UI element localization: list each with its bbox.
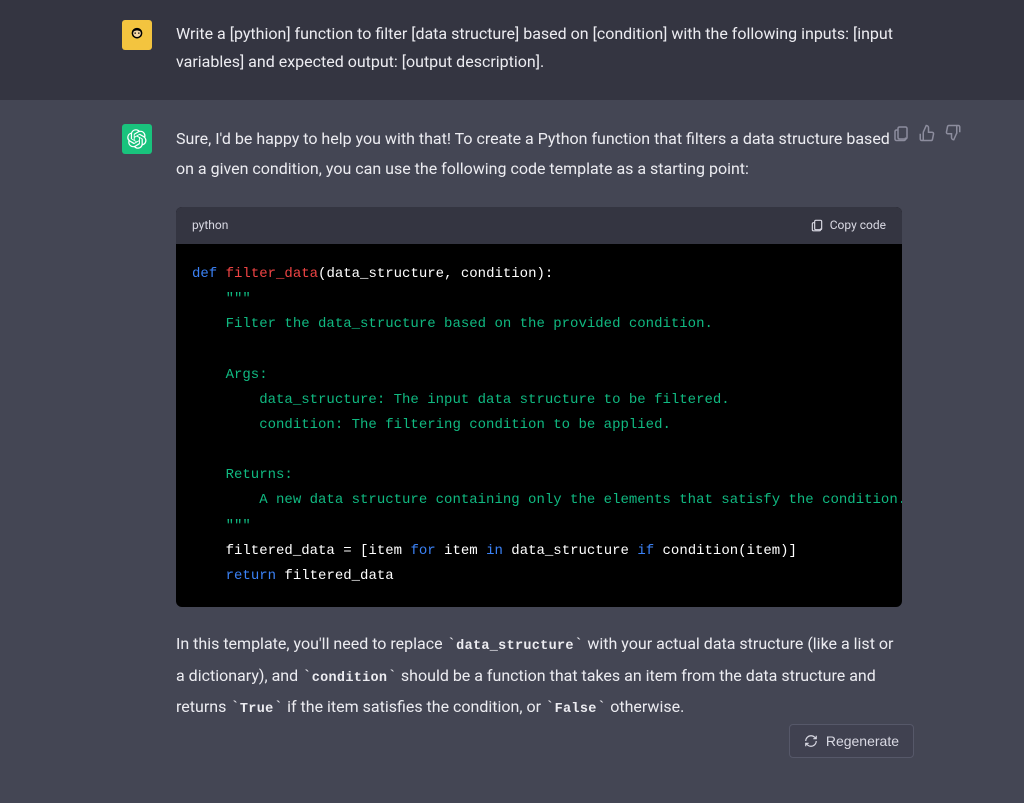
code-scrollable-area[interactable]: def filter_data(data_structure, conditio… bbox=[176, 244, 902, 607]
clipboard-icon bbox=[810, 218, 824, 232]
user-avatar bbox=[122, 20, 152, 50]
regenerate-label: Regenerate bbox=[826, 733, 899, 749]
user-message-section: Write a [pythion] function to filter [da… bbox=[0, 0, 1024, 100]
copy-code-label: Copy code bbox=[830, 215, 886, 236]
user-message-text: Write a [pythion] function to filter [da… bbox=[176, 20, 902, 76]
user-avatar-icon bbox=[126, 24, 148, 46]
copy-code-button[interactable]: Copy code bbox=[810, 215, 886, 236]
assistant-message-content: Sure, I'd be happy to help you with that… bbox=[176, 124, 902, 723]
regenerate-button[interactable]: Regenerate bbox=[789, 724, 914, 758]
code-language-label: python bbox=[192, 215, 228, 236]
assistant-intro-text: Sure, I'd be happy to help you with that… bbox=[176, 124, 902, 185]
code-content: def filter_data(data_structure, conditio… bbox=[176, 244, 902, 607]
clipboard-icon[interactable] bbox=[892, 124, 910, 142]
code-header: python Copy code bbox=[176, 207, 902, 244]
thumbs-down-icon[interactable] bbox=[944, 124, 962, 142]
assistant-outro-text: In this template, you'll need to replace… bbox=[176, 629, 902, 723]
assistant-logo-icon bbox=[127, 129, 147, 149]
refresh-icon bbox=[804, 734, 818, 748]
thumbs-up-icon[interactable] bbox=[918, 124, 936, 142]
code-block: python Copy code def filter_data(data_st… bbox=[176, 207, 902, 607]
assistant-avatar bbox=[122, 124, 152, 154]
message-action-icons bbox=[892, 124, 962, 142]
assistant-message-section: Sure, I'd be happy to help you with that… bbox=[0, 100, 1024, 803]
